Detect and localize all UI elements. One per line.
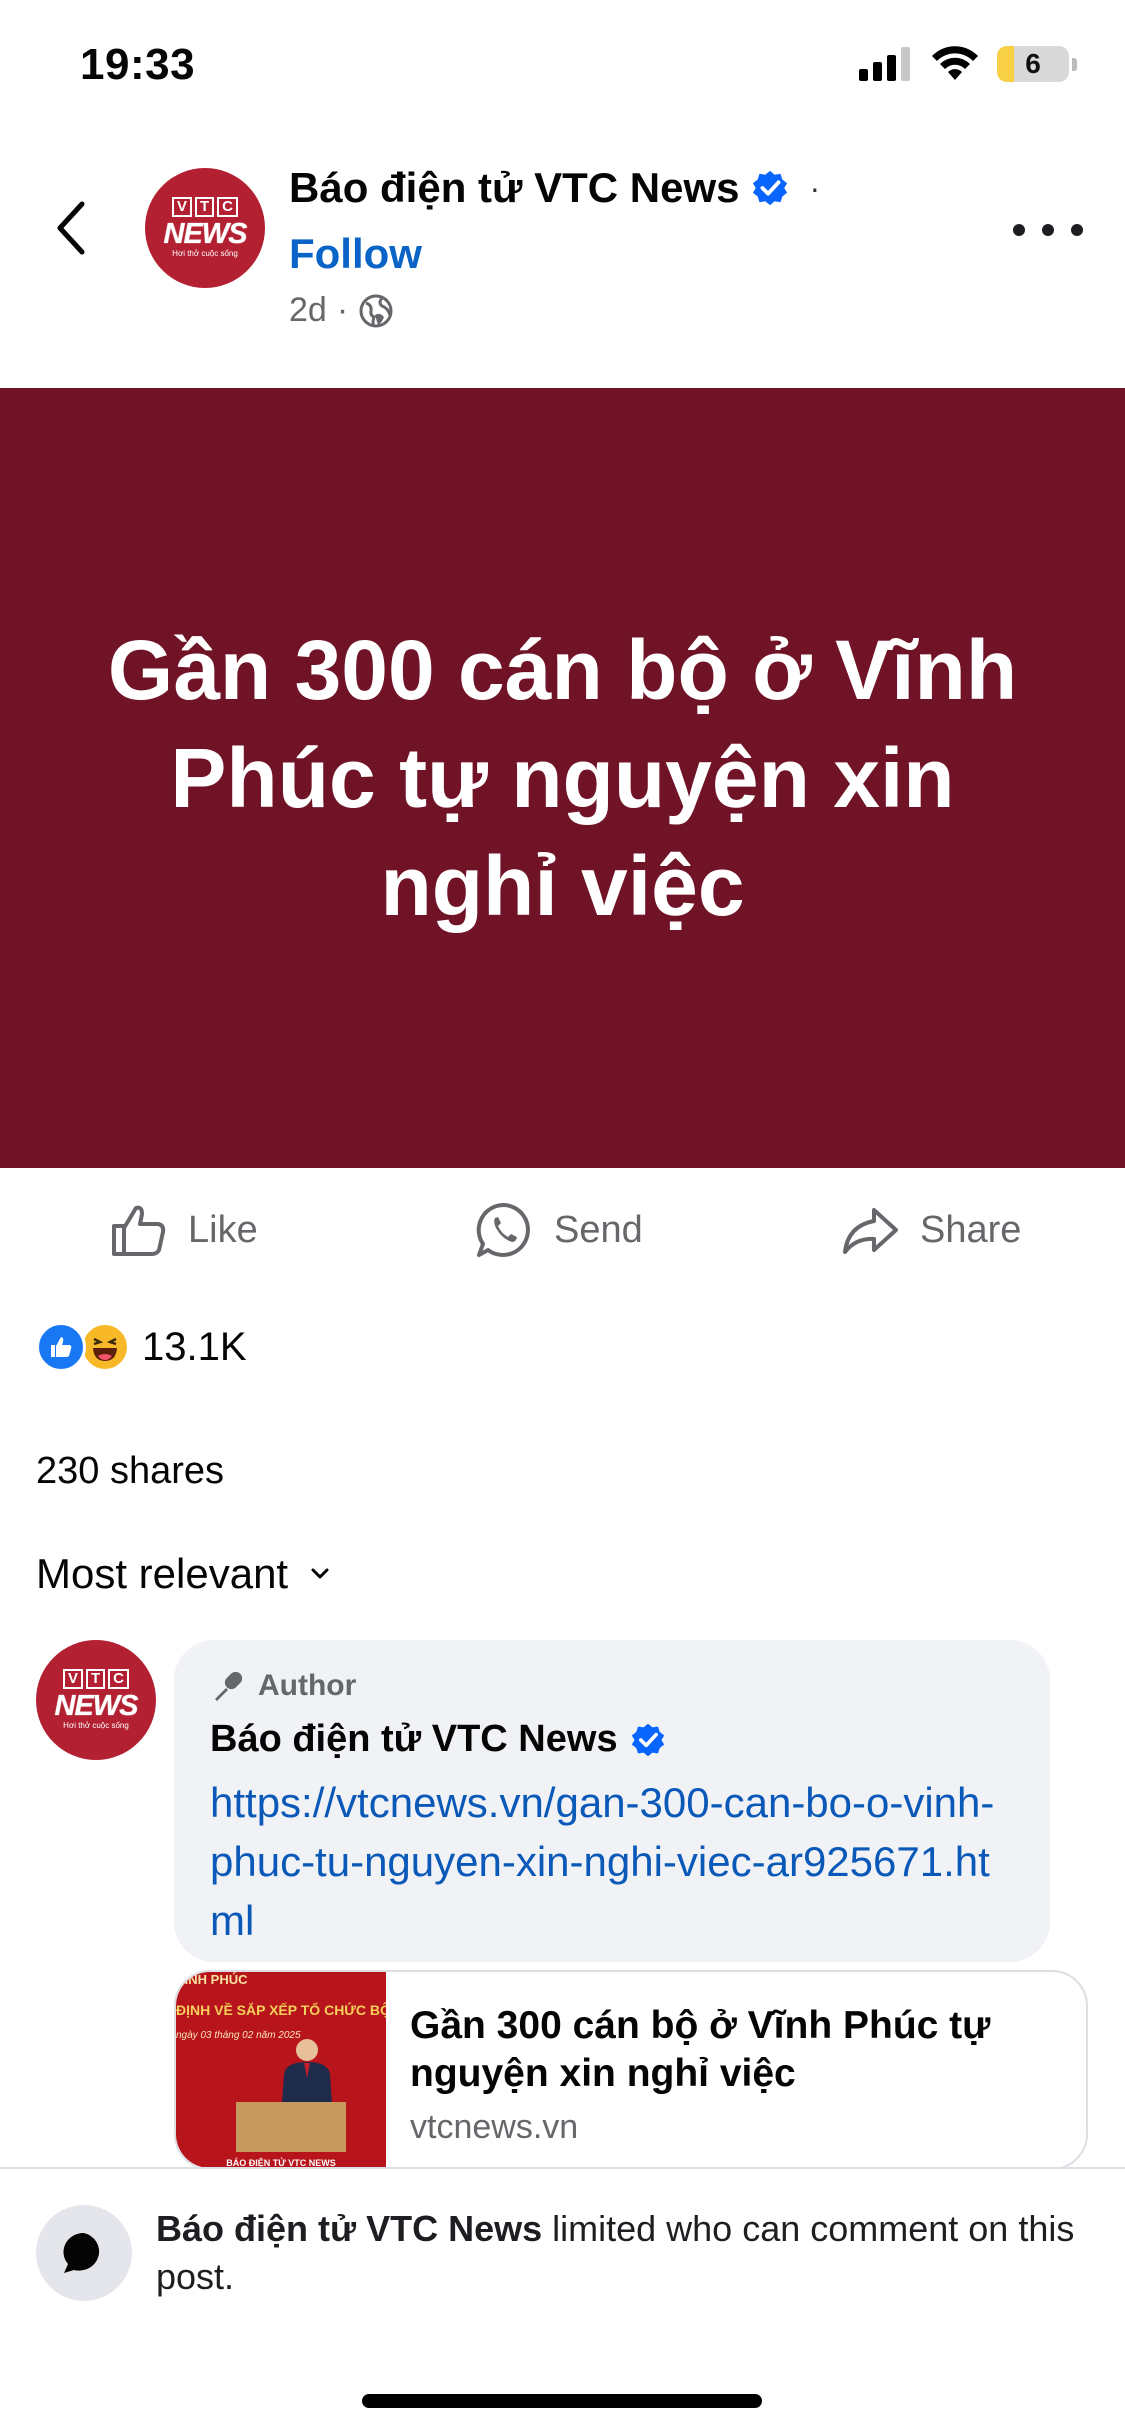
- battery-indicator: 6: [997, 46, 1069, 82]
- more-options-button[interactable]: [1013, 210, 1083, 250]
- thumb-text: VĨNH PHÚC: [176, 1972, 248, 1987]
- post-image-title: Gần 300 cán bộ ở Vĩnh Phúc tự nguyện xin…: [107, 623, 1018, 933]
- post-time[interactable]: 2d: [289, 291, 327, 330]
- more-dot: [1071, 224, 1083, 236]
- battery-cap: [1072, 57, 1077, 71]
- post-image[interactable]: Gần 300 cán bộ ở Vĩnh Phúc tự nguyện xin…: [0, 388, 1125, 1168]
- reaction-count: 13.1K: [142, 1324, 247, 1369]
- globe-icon: [359, 294, 393, 327]
- more-dot: [1042, 224, 1054, 236]
- logo-news: NEWS: [54, 1690, 139, 1722]
- chevron-left-icon: [57, 201, 85, 255]
- link-preview-card[interactable]: VĨNH PHÚC ĐỊNH VỀ SẮP XẾP TỔ CHỨC BỘ ngà…: [174, 1970, 1088, 2170]
- comment-restriction-message: Báo điện tử VTC News limited who can com…: [156, 2205, 1096, 2301]
- comment-link[interactable]: https://vtcnews.vn/gan-300-can-bo-o-vinh…: [210, 1773, 1014, 1950]
- thumbs-up-icon: [112, 1205, 166, 1256]
- page-name[interactable]: Báo điện tử VTC News: [289, 164, 739, 212]
- like-button[interactable]: Like: [108, 1200, 258, 1260]
- logo-news: NEWS: [163, 218, 248, 250]
- messenger-whatsapp-icon: [476, 1202, 530, 1257]
- like-label: Like: [188, 1208, 258, 1251]
- status-bar: 19:33 6: [0, 0, 1125, 140]
- share-label: Share: [920, 1208, 1022, 1251]
- thumb-text: ĐỊNH VỀ SẮP XẾP TỔ CHỨC BỘ: [176, 2002, 386, 2018]
- commenter-avatar[interactable]: V T C NEWS Hơi thở cuộc sống: [36, 1640, 156, 1760]
- send-label: Send: [554, 1208, 643, 1251]
- sort-label: Most relevant: [36, 1550, 289, 1597]
- meta-separator-dot: ·: [336, 291, 349, 329]
- home-indicator[interactable]: [362, 2394, 762, 2408]
- chevron-down-icon: [311, 1568, 329, 1579]
- name-separator-dot: ·: [809, 169, 821, 206]
- post-action-bar: Like Send Share: [0, 1192, 1125, 1268]
- share-button[interactable]: Share: [840, 1200, 1021, 1260]
- post-meta: 2d ·: [289, 291, 394, 330]
- logo-vtc: V T C: [62, 1669, 130, 1689]
- logo-vtc: V T C: [171, 197, 239, 217]
- verified-badge-icon: [631, 1723, 664, 1756]
- podium: [236, 2102, 346, 2152]
- link-preview-title: Gần 300 cán bộ ở Vĩnh Phúc tự nguyện xin…: [410, 2004, 991, 2095]
- comment-sort-dropdown[interactable]: Most relevant: [36, 1550, 330, 1598]
- page-name-row: Báo điện tử VTC News ·: [289, 164, 820, 212]
- logo-tagline: Hơi thở cuộc sống: [63, 1721, 129, 1730]
- comment-bubble[interactable]: Author Báo điện tử VTC News https://vtcn…: [174, 1640, 1050, 1962]
- link-preview-domain: vtcnews.vn: [410, 2108, 579, 2146]
- follow-button[interactable]: Follow: [289, 230, 422, 278]
- comment-author-name[interactable]: Báo điện tử VTC News: [210, 1718, 618, 1761]
- shares-count[interactable]: 230 shares: [36, 1450, 224, 1493]
- status-icons: 6: [859, 46, 1077, 82]
- comment-author-row: Báo điện tử VTC News: [210, 1718, 1014, 1761]
- author-badge-label: Author: [258, 1669, 357, 1702]
- logo-tagline: Hơi thở cuộc sống: [172, 249, 238, 258]
- send-button[interactable]: Send: [474, 1200, 643, 1260]
- share-arrow-icon: [843, 1208, 898, 1254]
- link-preview-thumbnail: VĨNH PHÚC ĐỊNH VỀ SẮP XẾP TỔ CHỨC BỘ ngà…: [176, 1972, 386, 2168]
- author-badge: Author: [210, 1668, 1014, 1704]
- haha-reaction-icon: [80, 1322, 130, 1372]
- more-dot: [1013, 224, 1025, 236]
- page-avatar[interactable]: V T C NEWS Hơi thở cuộc sống: [145, 168, 265, 288]
- status-time: 19:33: [80, 40, 196, 89]
- link-preview-info: Gần 300 cán bộ ở Vĩnh Phúc tự nguyện xin…: [410, 2002, 1070, 2147]
- like-reaction-icon: [36, 1322, 86, 1372]
- microphone-icon: [215, 1671, 243, 1701]
- comment-bubble-icon: [36, 2205, 132, 2301]
- cellular-signal-icon: [859, 47, 910, 81]
- verified-badge-icon: [753, 170, 788, 206]
- wifi-icon: [932, 46, 978, 80]
- back-button[interactable]: [48, 196, 92, 260]
- restriction-page-name: Báo điện tử VTC News: [156, 2208, 543, 2249]
- reactions-summary[interactable]: 13.1K: [36, 1322, 247, 1372]
- battery-level: 6: [1025, 48, 1041, 79]
